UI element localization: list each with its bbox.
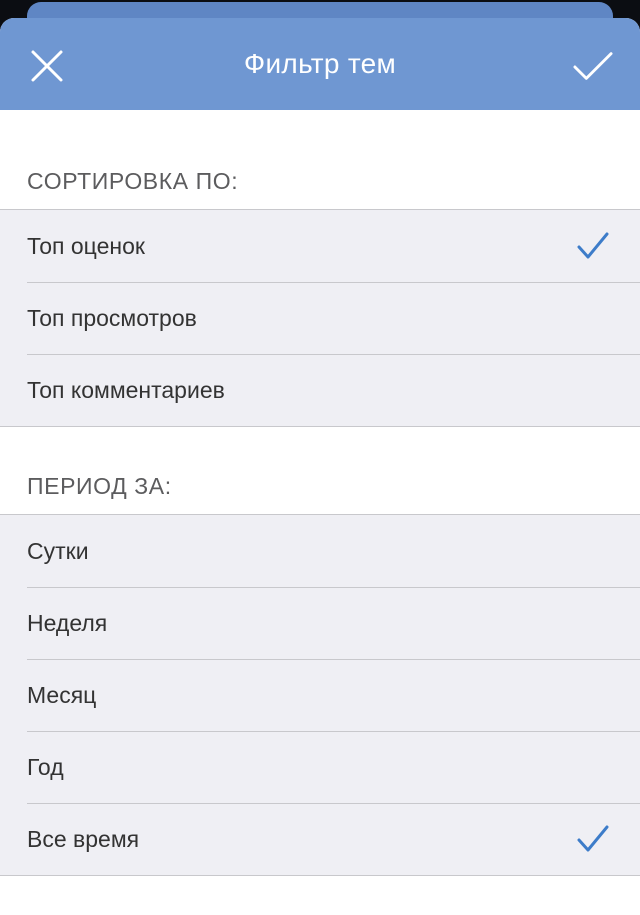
period-option-week[interactable]: Неделя: [0, 587, 640, 659]
sort-option-top-views[interactable]: Топ просмотров: [0, 282, 640, 354]
sort-option-label: Топ комментариев: [27, 376, 225, 403]
close-button[interactable]: [27, 46, 67, 86]
sort-option-top-ratings[interactable]: Топ оценок: [0, 210, 640, 282]
period-option-label: Все время: [27, 825, 140, 852]
period-option-month[interactable]: Месяц: [0, 659, 640, 731]
period-options-list: Сутки Неделя Месяц Год Все время: [0, 515, 640, 876]
period-option-label: Год: [27, 753, 64, 780]
period-option-label: Месяц: [27, 681, 97, 708]
period-option-year[interactable]: Год: [0, 731, 640, 803]
period-section-title: ПЕРИОД ЗА:: [27, 473, 172, 499]
selected-checkmark-icon: [577, 825, 609, 852]
period-option-label: Неделя: [27, 609, 108, 636]
nav-bar: Фильтр тем: [0, 18, 640, 110]
sort-section-title: СОРТИРОВКА ПО:: [27, 168, 239, 194]
period-option-day[interactable]: Сутки: [0, 515, 640, 587]
sort-option-top-comments[interactable]: Топ комментариев: [0, 354, 640, 426]
period-option-label: Сутки: [27, 537, 89, 564]
period-option-all-time[interactable]: Все время: [0, 803, 640, 875]
sort-options-list: Топ оценок Топ просмотров Топ комментари…: [0, 210, 640, 426]
sort-option-label: Топ оценок: [27, 232, 145, 259]
selected-checkmark-icon: [577, 232, 609, 259]
checkmark-icon: [573, 52, 613, 80]
close-icon: [31, 50, 63, 82]
confirm-button[interactable]: [573, 46, 613, 86]
filter-sheet: Фильтр тем СОРТИРОВКА ПО: Топ оценок Топ…: [0, 18, 640, 915]
page-title: Фильтр тем: [243, 48, 397, 79]
sort-option-label: Топ просмотров: [27, 304, 197, 331]
sort-section-header: СОРТИРОВКА ПО:: [0, 110, 640, 210]
period-section-header: ПЕРИОД ЗА:: [0, 426, 640, 515]
